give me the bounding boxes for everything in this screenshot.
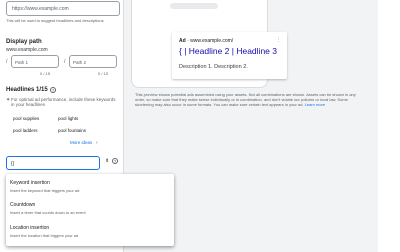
menu-item-title: Location insertion: [10, 225, 50, 231]
learn-more-link[interactable]: Learn more: [305, 102, 325, 107]
menu-item-title: Countdown: [10, 202, 36, 208]
menu-item-desc: Insert the keyword that triggers your ad: [10, 188, 80, 193]
ad-preview-card: Ad · www.example.com/ ⋮ { | Headline 2 |…: [172, 32, 287, 79]
insertion-menu: Keyword insertion Insert the keyword tha…: [6, 174, 174, 246]
menu-item-title: Keyword insertion: [10, 180, 50, 186]
help-icon[interactable]: ?: [112, 158, 118, 164]
keyword-chip[interactable]: pool ladders: [13, 128, 38, 133]
headlines-label: Headlines 1/15: [6, 87, 48, 93]
final-url-helper: This will be used to suggest headlines a…: [6, 18, 104, 23]
display-path-row: / Path 1 / Path 2: [6, 55, 120, 69]
chevron-right-icon[interactable]: ›: [96, 140, 98, 146]
path2-counter: 0 / 15: [98, 71, 109, 76]
menu-item-desc: Insert a timer that counts down to an ev…: [10, 210, 86, 215]
display-path-domain: www.example.com: [6, 47, 48, 53]
ad-badge: Ad: [179, 38, 186, 44]
path-separator: /: [6, 59, 8, 65]
final-url-input[interactable]: https://www.example.com: [6, 1, 120, 16]
path1-input[interactable]: Path 1: [11, 55, 59, 68]
keyword-chip[interactable]: pool fountains: [58, 128, 86, 133]
ad-url: www.example.com/: [190, 38, 234, 44]
display-path-label: Display path: [6, 39, 42, 45]
menu-item-countdown[interactable]: Countdown Insert a timer that counts dow…: [10, 202, 170, 215]
path1-counter: 0 / 15: [40, 71, 51, 76]
ad-description: Description 1. Description 2.: [179, 64, 248, 70]
phone-notch: [170, 3, 218, 9]
right-edge-panel: [378, 0, 400, 252]
keyword-chip[interactable]: pool lights: [58, 116, 78, 121]
preview-disclaimer: This preview shows potential ads assembl…: [135, 92, 367, 107]
help-icon[interactable]: ?: [50, 87, 56, 93]
keyword-tip: For optimal ad performance, include thes…: [11, 97, 116, 107]
ad-url-row: Ad · www.example.com/: [179, 38, 234, 44]
headline-input[interactable]: {|: [6, 156, 100, 170]
keyword-chip[interactable]: pool supplies: [13, 116, 39, 121]
menu-item-desc: Insert the location that triggers your a…: [10, 233, 79, 238]
more-ideas-link[interactable]: More ideas: [70, 140, 92, 145]
path-separator: /: [64, 59, 66, 65]
more-vert-icon[interactable]: ⋮: [276, 37, 281, 43]
lightbulb-icon: ✦: [6, 97, 11, 103]
path2-input[interactable]: Path 2: [69, 55, 117, 68]
ad-headline: { | Headline 2 | Headline 3: [179, 46, 277, 56]
menu-item-keyword-insertion[interactable]: Keyword insertion Insert the keyword tha…: [10, 180, 170, 193]
menu-item-location-insertion[interactable]: Location insertion Insert the location t…: [10, 225, 170, 238]
pin-icon[interactable]: ⬍: [105, 158, 109, 164]
